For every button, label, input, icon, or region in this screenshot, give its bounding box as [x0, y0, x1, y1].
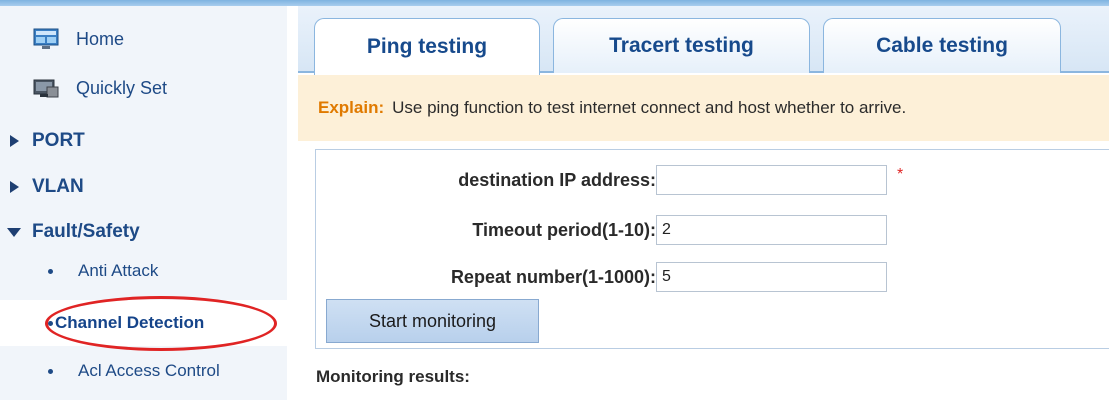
tab-ping-testing[interactable]: Ping testing [314, 18, 540, 75]
timeout-period-input[interactable] [656, 215, 887, 245]
sidebar-item-quickly-set-label: Quickly Set [76, 77, 168, 98]
bullet-icon [48, 269, 53, 274]
sidebar-item-home[interactable]: Home [0, 18, 287, 60]
expand-arrow-icon [10, 135, 19, 147]
ping-form: destination IP address: * Timeout period… [315, 149, 1109, 349]
required-asterisk: * [897, 166, 904, 183]
bullet-icon [48, 369, 53, 374]
sidebar-subitem-acl-access-control[interactable]: Acl Access Control [0, 350, 287, 392]
sidebar-subitem-anti-attack-label: Anti Attack [78, 261, 159, 280]
sidebar-item-vlan[interactable]: VLAN [0, 166, 287, 208]
sidebar-item-quickly-set[interactable]: Quickly Set [0, 67, 287, 109]
sidebar-item-port[interactable]: PORT [0, 120, 287, 162]
expand-arrow-icon [10, 181, 19, 193]
destination-row: destination IP address: [316, 165, 656, 195]
home-icon [33, 28, 59, 49]
repeat-number-input[interactable] [656, 262, 887, 292]
sidebar-item-home-label: Home [76, 28, 125, 49]
sidebar-item-fault-safety[interactable]: Fault/Safety [0, 211, 287, 253]
main-panel: Ping testing Tracert testing Cable testi… [298, 6, 1109, 400]
repeat-row: Repeat number(1-1000): [316, 262, 656, 292]
sidebar-item-fault-safety-label: Fault/Safety [32, 221, 140, 242]
destination-ip-label: destination IP address: [458, 169, 656, 190]
bullet-icon [48, 321, 53, 326]
explain-banner: Explain: Use ping function to test inter… [298, 75, 1109, 141]
sidebar-item-vlan-label: VLAN [32, 176, 84, 197]
collapse-arrow-icon [7, 228, 21, 237]
explain-text: Use ping function to test internet conne… [392, 98, 907, 117]
sidebar-nav: Home Quickly Set PORT VLAN Fault/Safety … [0, 6, 287, 400]
tab-tracert-testing[interactable]: Tracert testing [553, 18, 810, 73]
explain-label: Explain: [318, 98, 385, 117]
sidebar-subitem-acl-access-control-label: Acl Access Control [78, 361, 220, 380]
timeout-row: Timeout period(1-10): [316, 215, 656, 245]
sidebar-subitem-channel-detection-label: Channel Detection [55, 313, 205, 332]
destination-ip-input[interactable] [656, 165, 887, 195]
sidebar-subitem-anti-attack[interactable]: Anti Attack [0, 250, 287, 292]
start-monitoring-button[interactable]: Start monitoring [326, 299, 539, 343]
timeout-period-label: Timeout period(1-10): [472, 219, 656, 240]
quick-set-icon [33, 79, 59, 98]
monitoring-results-label: Monitoring results: [316, 367, 470, 386]
sidebar-subitem-channel-detection[interactable]: Channel Detection [0, 300, 287, 346]
sidebar-item-port-label: PORT [32, 130, 85, 151]
repeat-number-label: Repeat number(1-1000): [450, 266, 656, 287]
tab-strip: Ping testing Tracert testing Cable testi… [298, 6, 1109, 75]
tab-cable-testing[interactable]: Cable testing [823, 18, 1061, 73]
